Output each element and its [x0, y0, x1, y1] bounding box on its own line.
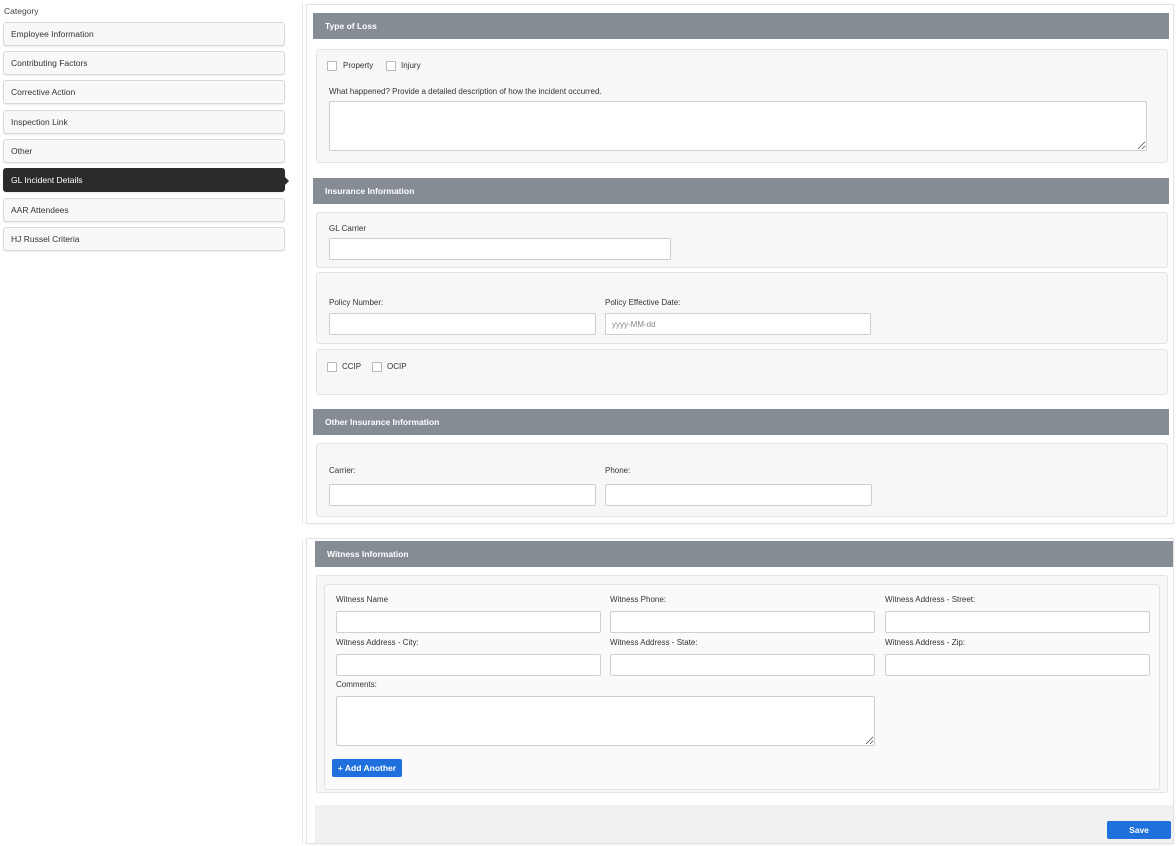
comments-textarea[interactable] — [336, 696, 875, 746]
add-another-button[interactable]: + Add Another — [332, 759, 402, 777]
carrier-input[interactable] — [329, 484, 596, 506]
insurance-information-header: Insurance Information — [313, 178, 1169, 204]
gl-carrier-input[interactable] — [329, 238, 671, 260]
save-button[interactable]: Save — [1107, 821, 1171, 839]
panel-edge-lower — [302, 540, 303, 844]
injury-checkbox[interactable] — [386, 61, 396, 71]
gl-carrier-label: GL Carrier — [329, 224, 367, 233]
description-label: What happened? Provide a detailed descri… — [329, 87, 602, 96]
sidebar-item-aar-attendees[interactable]: AAR Attendees — [3, 198, 285, 222]
witness-street-input[interactable] — [885, 611, 1150, 633]
property-label: Property — [343, 61, 374, 70]
sidebar-item-hj-russel-criteria[interactable]: HJ Russel Criteria — [3, 227, 285, 251]
witness-information-header: Witness Information — [315, 541, 1173, 567]
gl-carrier-box: GL Carrier — [316, 212, 1168, 268]
ccip-label: CCIP — [342, 362, 362, 371]
sidebar-item-gl-incident-details[interactable]: GL Incident Details — [3, 168, 289, 192]
ccip-checkbox[interactable] — [327, 362, 337, 372]
witness-zip-input[interactable] — [885, 654, 1150, 676]
type-of-loss-header: Type of Loss — [313, 13, 1169, 39]
sidebar-item-corrective-action[interactable]: Corrective Action — [3, 80, 285, 104]
sidebar-item-inspection-link[interactable]: Inspection Link — [3, 110, 285, 134]
witness-state-input[interactable] — [610, 654, 875, 676]
witness-panel: Witness Information Witness Name Witness… — [306, 538, 1174, 844]
witness-phone-input[interactable] — [610, 611, 875, 633]
ocip-checkbox[interactable] — [372, 362, 382, 372]
sidebar-item-employee-information[interactable]: Employee Information — [3, 22, 285, 46]
ocip-label: OCIP — [387, 362, 407, 371]
phone-input[interactable] — [605, 484, 872, 506]
policy-effective-date-input[interactable] — [605, 313, 871, 335]
other-insurance-header: Other Insurance Information — [313, 409, 1169, 435]
policy-box: Policy Number: Policy Effective Date: — [316, 272, 1168, 344]
phone-label: Phone: — [605, 466, 631, 475]
policy-number-label: Policy Number: — [329, 298, 384, 307]
ccip-ocip-box: CCIP OCIP — [316, 349, 1168, 395]
witness-row-box: Witness Name Witness Phone: Witness Addr… — [324, 584, 1160, 790]
witness-city-input[interactable] — [336, 654, 601, 676]
policy-effective-date-label: Policy Effective Date: — [605, 298, 681, 307]
description-textarea[interactable] — [329, 101, 1147, 151]
witness-outer-box: Witness Name Witness Phone: Witness Addr… — [316, 575, 1168, 793]
comments-label: Comments: — [336, 680, 377, 689]
witness-phone-label: Witness Phone: — [610, 595, 667, 604]
sidebar-item-other[interactable]: Other — [3, 139, 285, 163]
type-of-loss-box: Property Injury What happened? Provide a… — [316, 49, 1168, 163]
gl-incident-panel: Type of Loss Property Injury What happen… — [306, 4, 1174, 524]
property-checkbox[interactable] — [327, 61, 337, 71]
witness-zip-label: Witness Address - Zip: — [885, 638, 966, 647]
witness-state-label: Witness Address - State: — [610, 638, 698, 647]
witness-name-label: Witness Name — [336, 595, 389, 604]
witness-city-label: Witness Address - City: — [336, 638, 419, 647]
other-insurance-box: Carrier: Phone: — [316, 443, 1168, 517]
witness-street-label: Witness Address - Street: — [885, 595, 976, 604]
sidebar-item-contributing-factors[interactable]: Contributing Factors — [3, 51, 285, 75]
panel-edge — [302, 2, 303, 524]
footer-bar — [315, 805, 1173, 843]
witness-name-input[interactable] — [336, 611, 601, 633]
category-heading: Category — [4, 6, 39, 16]
policy-number-input[interactable] — [329, 313, 596, 335]
carrier-label: Carrier: — [329, 466, 356, 475]
injury-label: Injury — [401, 61, 421, 70]
